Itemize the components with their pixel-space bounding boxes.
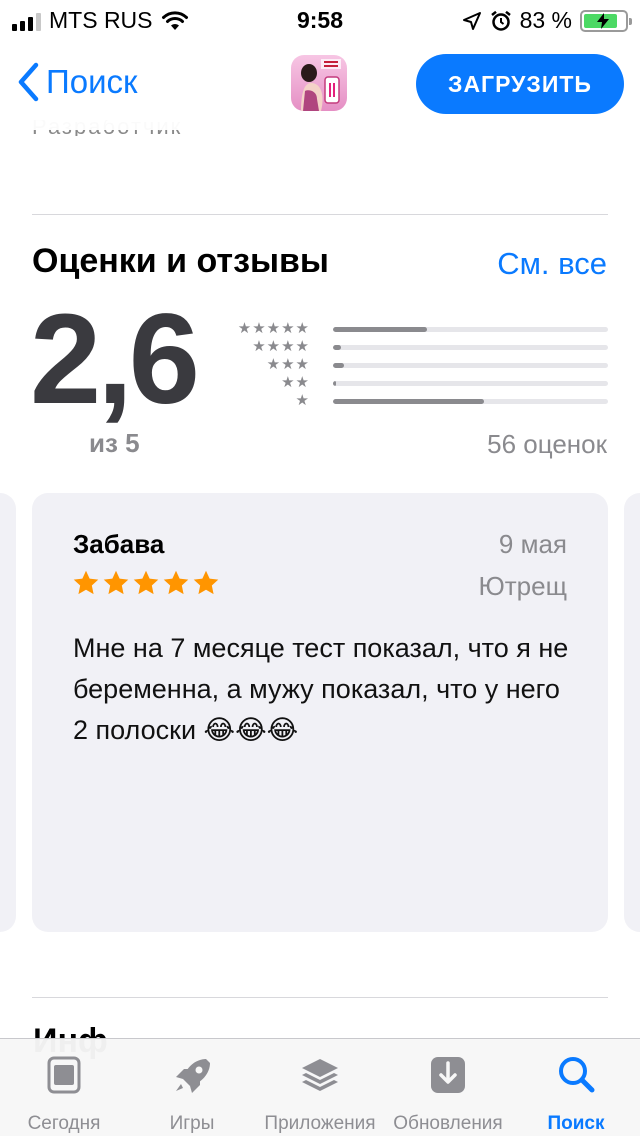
rating-row-2: ★★ <box>222 374 608 392</box>
tab-label: Игры <box>169 1113 215 1134</box>
row-stars-5: ★★★★★ <box>237 320 310 337</box>
battery-percent: 83 % <box>519 7 572 33</box>
ratings-section-title: Оценки и отзывы <box>32 242 329 280</box>
rating-row-1: ★ <box>222 392 608 410</box>
star-icon <box>163 570 189 595</box>
out-of-label: из 5 <box>89 428 140 458</box>
status-bar: MTS RUS 9:58 83 % <box>0 0 640 40</box>
search-icon <box>559 1057 595 1093</box>
row-stars-4: ★★★★ <box>252 338 310 355</box>
back-button[interactable]: Поиск <box>16 62 137 102</box>
rating-row-3: ★★★ <box>222 356 608 374</box>
tab-apps[interactable]: Приложения <box>256 1039 384 1136</box>
tab-label: Обновления <box>393 1113 503 1134</box>
row-stars-3: ★★★ <box>266 356 310 373</box>
review-date: 9 мая <box>498 529 567 559</box>
tab-today[interactable]: Сегодня <box>0 1039 128 1136</box>
see-all-link[interactable]: См. все <box>497 246 607 282</box>
ratings-count: 56 оценок <box>487 429 607 459</box>
tab-updates[interactable]: Обновления <box>384 1039 512 1136</box>
tab-label: Поиск <box>547 1113 605 1134</box>
bar-fill-2 <box>333 381 336 386</box>
bar-track <box>333 327 608 332</box>
location-arrow-icon <box>462 11 481 30</box>
bar-track <box>333 381 608 386</box>
status-right: 83 % <box>462 7 632 34</box>
bar-fill-1 <box>333 399 485 404</box>
star-icon <box>193 570 219 595</box>
tab-search[interactable]: Поиск <box>512 1039 640 1136</box>
row-stars-1: ★ <box>295 392 310 409</box>
previous-review-card[interactable] <box>0 493 16 932</box>
star-icon <box>103 570 129 595</box>
star-icon <box>133 570 159 595</box>
app-icon <box>291 55 347 111</box>
bar-fill-4 <box>333 345 342 350</box>
average-score: 2,6 <box>30 288 200 431</box>
review-card[interactable]: Забава 9 мая Ютрещ Мне на 7 месяце тест … <box>32 493 608 932</box>
row-stars-2: ★★ <box>281 374 310 391</box>
next-review-card[interactable] <box>624 493 640 932</box>
rating-distribution: ★★★★★ ★★★★ ★★★ ★★ ★ <box>222 320 608 410</box>
rocket-icon <box>176 1059 210 1093</box>
rating-row-4: ★★★★ <box>222 338 608 356</box>
tab-games[interactable]: Игры <box>128 1039 256 1136</box>
review-title: Забава <box>73 529 165 559</box>
bar-fill-5 <box>333 327 427 332</box>
updates-download-icon <box>431 1057 465 1093</box>
section-divider <box>32 214 608 215</box>
review-body: Мне на 7 месяце тест показал, что я не б… <box>73 633 569 745</box>
star-icon <box>73 570 99 595</box>
review-stars <box>72 569 220 597</box>
apps-stack-icon <box>302 1059 338 1091</box>
alarm-icon <box>490 10 511 31</box>
app-store-screen: MTS RUS 9:58 83 % Оценки и отзывы См. вс… <box>0 0 640 1136</box>
today-icon <box>47 1056 81 1094</box>
charging-bolt-icon <box>597 12 609 29</box>
tab-label: Сегодня <box>27 1113 101 1134</box>
navigation-bar: Поиск ЗАГРУЗИТЬ <box>0 40 640 130</box>
tab-bar: Сегодня Игры Приложения Обновления Поиск <box>0 1038 640 1136</box>
bar-track <box>333 363 608 368</box>
rating-row-5: ★★★★★ <box>222 320 608 338</box>
bar-fill-3 <box>333 363 344 368</box>
review-nickname: Ютрещ <box>478 571 568 601</box>
bar-track <box>333 345 608 350</box>
battery-icon <box>580 9 632 32</box>
bar-track <box>333 399 608 404</box>
chevron-left-icon <box>18 62 39 102</box>
back-label: Поиск <box>46 63 138 100</box>
section-divider <box>32 997 608 998</box>
get-button[interactable]: ЗАГРУЗИТЬ <box>416 54 624 114</box>
tab-label: Приложения <box>264 1113 376 1134</box>
